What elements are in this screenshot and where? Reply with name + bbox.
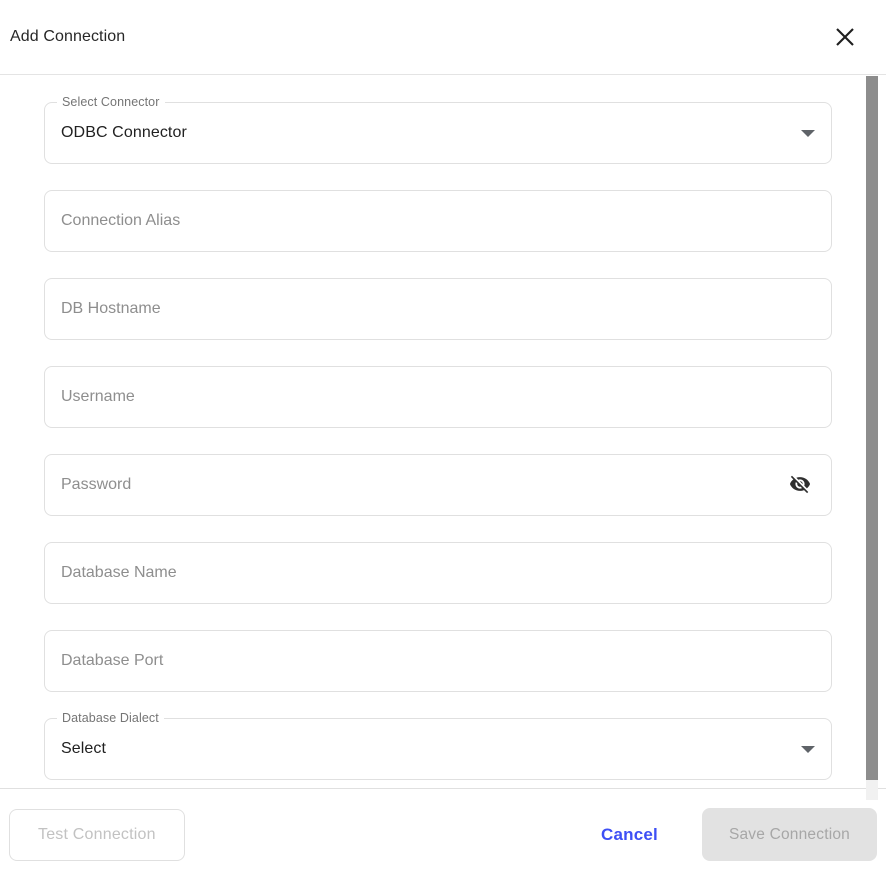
database-port-input[interactable] xyxy=(45,631,831,691)
select-connector-dropdown[interactable]: Select Connector ODBC Connector xyxy=(44,95,832,164)
dialog-body: Select Connector ODBC Connector Connecti… xyxy=(0,75,886,788)
add-connection-dialog: Add Connection Select Connector ODBC Con… xyxy=(0,0,886,880)
connection-alias-field xyxy=(44,190,832,252)
dialog-footer: Test Connection Cancel Save Connection xyxy=(0,788,886,880)
close-button[interactable] xyxy=(830,22,860,52)
save-connection-button[interactable]: Save Connection xyxy=(701,808,877,861)
test-connection-button[interactable]: Test Connection xyxy=(9,808,185,861)
db-hostname-field xyxy=(44,278,832,340)
scrollbar-thumb[interactable] xyxy=(866,76,878,780)
database-dialect-value: Select xyxy=(61,740,107,757)
chevron-down-icon xyxy=(801,130,815,137)
dialog-title: Add Connection xyxy=(10,28,126,45)
select-connector-value: ODBC Connector xyxy=(61,124,187,141)
password-input[interactable] xyxy=(45,455,831,515)
close-icon xyxy=(832,24,858,50)
database-dialect-dropdown[interactable]: Database Dialect Select xyxy=(44,711,832,780)
chevron-down-icon xyxy=(801,746,815,753)
scrollbar-track[interactable] xyxy=(866,76,878,800)
database-name-input[interactable] xyxy=(45,543,831,603)
password-field xyxy=(44,454,832,516)
connection-alias-input[interactable] xyxy=(45,191,831,251)
dialog-header: Add Connection xyxy=(0,0,886,75)
database-port-field xyxy=(44,630,832,692)
username-input[interactable] xyxy=(45,367,831,427)
toggle-password-visibility-button[interactable] xyxy=(783,468,817,502)
db-hostname-input[interactable] xyxy=(45,279,831,339)
database-name-field xyxy=(44,542,832,604)
username-field xyxy=(44,366,832,428)
cancel-button[interactable]: Cancel xyxy=(597,819,662,851)
visibility-off-icon xyxy=(789,473,811,498)
